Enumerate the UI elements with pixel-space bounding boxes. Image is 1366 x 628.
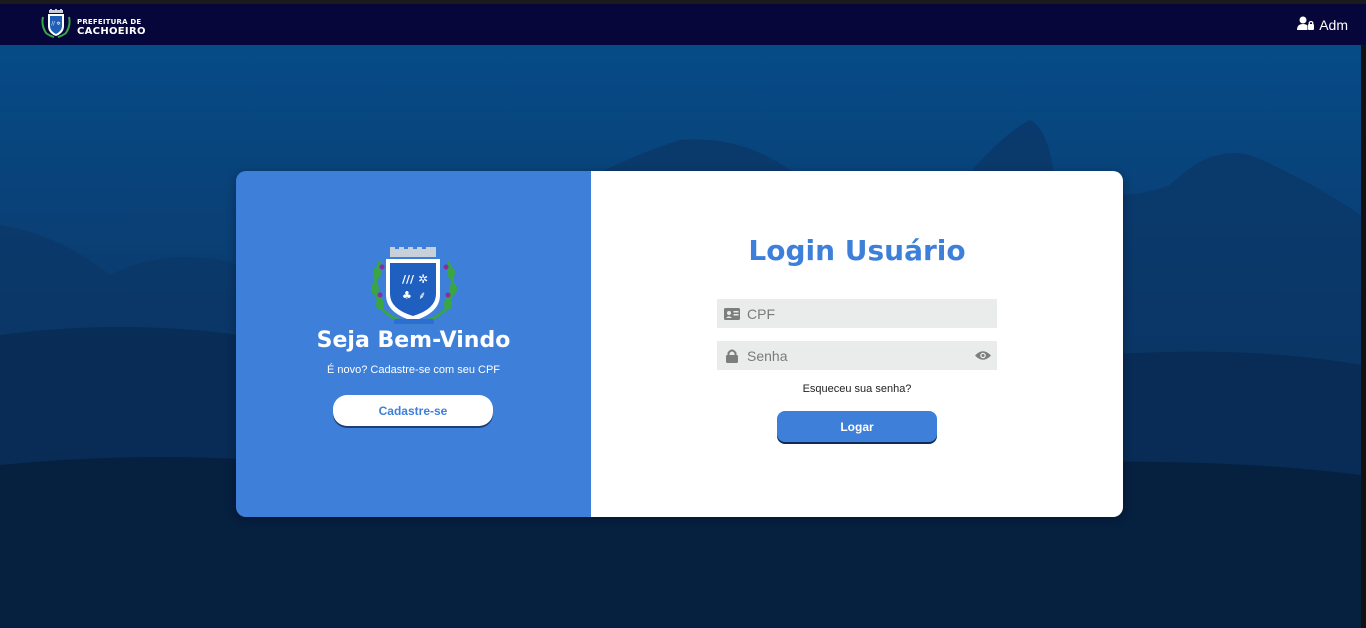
city-crest-icon: // ✲ [40, 9, 72, 44]
cpf-field[interactable] [717, 299, 997, 328]
password-field[interactable] [717, 341, 997, 370]
eye-icon[interactable] [969, 350, 997, 361]
login-card: /// ✲ ♣ ⸙ Seja Bem-Vindo É novo? Cadastr… [236, 171, 1123, 517]
city-crest-icon: /// ✲ ♣ ⸙ [368, 247, 460, 334]
brand-logo[interactable]: // ✲ PREFEITURA DE CACHOEIRO [40, 9, 146, 44]
welcome-subtitle: É novo? Cadastre-se com seu CPF [326, 364, 501, 376]
svg-text:✲: ✲ [418, 272, 428, 286]
lock-icon [717, 349, 747, 363]
id-card-icon [717, 307, 747, 320]
register-button[interactable]: Cadastre-se [333, 395, 493, 426]
svg-text:///: /// [402, 273, 415, 286]
welcome-panel: /// ✲ ♣ ⸙ Seja Bem-Vindo É novo? Cadastr… [236, 171, 591, 517]
password-input[interactable] [747, 341, 969, 370]
brand-line1: PREFEITURA DE [77, 17, 142, 26]
brand-name: PREFEITURA DE CACHOEIRO [77, 17, 146, 37]
navbar: // ✲ PREFEITURA DE CACHOEIRO Adm [0, 4, 1366, 45]
welcome-title: Seja Bem-Vindo [316, 328, 511, 353]
page-scrollbar[interactable] [1361, 45, 1366, 628]
login-title: Login Usuário [748, 234, 966, 267]
user-lock-icon [1297, 16, 1315, 33]
cpf-input[interactable] [747, 299, 997, 328]
svg-text:♣: ♣ [402, 289, 412, 302]
brand-line2: CACHOEIRO [77, 25, 146, 37]
login-panel: Login Usuário CPF Esqueceu sua senha? Lo… [591, 171, 1123, 517]
admin-menu[interactable]: Adm [1297, 16, 1348, 33]
forgot-password-link[interactable]: Esqueceu sua senha? [591, 383, 1123, 395]
login-button[interactable]: Logar [777, 411, 937, 442]
svg-text:// ✲: // ✲ [51, 21, 61, 27]
admin-label: Adm [1319, 16, 1348, 33]
svg-text:⸙: ⸙ [418, 289, 426, 302]
